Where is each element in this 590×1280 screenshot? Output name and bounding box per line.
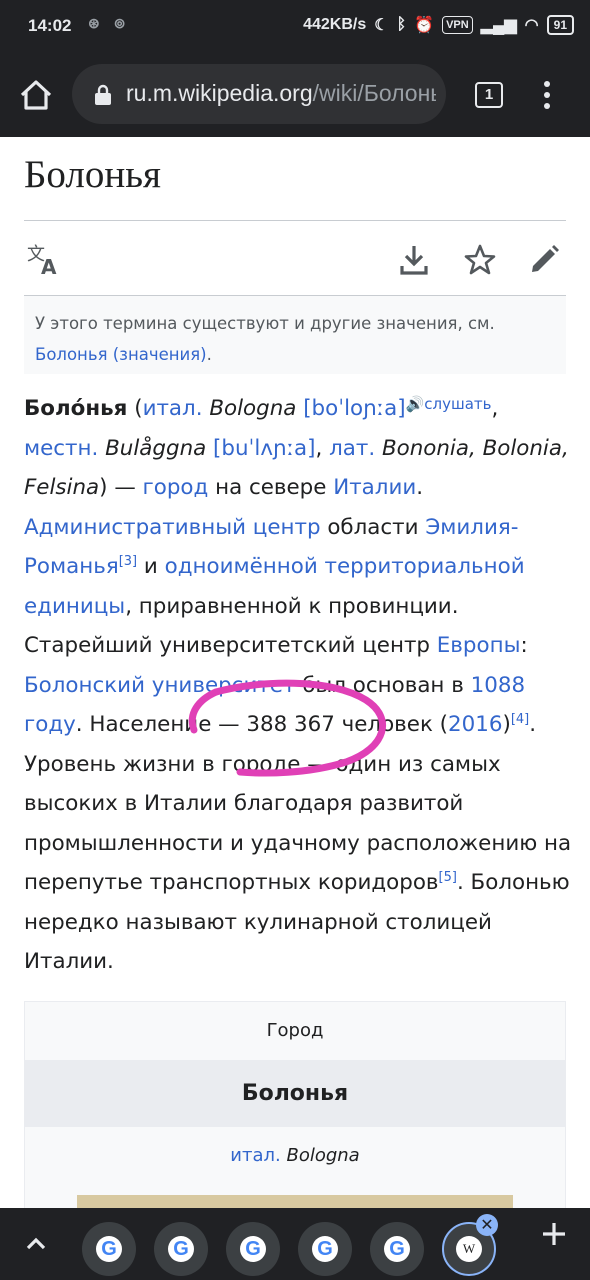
infobox-type: Город — [25, 1002, 565, 1060]
text: и — [137, 554, 165, 579]
tab-strip: G G G G G W — [0, 1208, 590, 1280]
infobox-original-name: итал. Bologna — [25, 1127, 565, 1185]
download-icon[interactable] — [394, 240, 434, 280]
status-right: 442KB/s ☾ ᛒ ⏰ VPN ▂▄▆ ◠ 91 — [303, 15, 574, 35]
infobox-lang-link[interactable]: итал. — [230, 1145, 280, 1166]
signal-icon: ▂▄▆ — [480, 17, 517, 34]
google-icon: G — [168, 1236, 194, 1262]
address-bar[interactable]: ru.m.wikipedia.org/wiki/Болонья — [72, 64, 446, 124]
google-icon: G — [240, 1236, 266, 1262]
alarm-icon: ⏰ — [414, 17, 435, 34]
google-icon: G — [96, 1236, 122, 1262]
notification-icons: ⊛⊚ — [88, 15, 140, 31]
name-local: Bulåggna — [105, 435, 207, 461]
vpn-badge: VPN — [442, 16, 473, 34]
pencil-icon[interactable] — [524, 240, 564, 280]
home-icon[interactable] — [18, 78, 54, 112]
population-text: . Население — 388 367 человек ( — [75, 712, 449, 737]
tab-google-3[interactable]: G — [226, 1222, 280, 1276]
text: . — [416, 475, 424, 500]
text: . Уровень жизни в городе — один из самых… — [24, 712, 572, 895]
google-icon: G — [312, 1236, 338, 1262]
plus-icon[interactable] — [540, 1220, 568, 1248]
text: области — [320, 514, 426, 540]
status-time: 14:02 — [28, 16, 72, 35]
link-italy[interactable]: Италии — [333, 475, 416, 500]
tab-google-4[interactable]: G — [298, 1222, 352, 1276]
text: : — [520, 633, 528, 658]
svg-text:A: A — [41, 255, 57, 279]
text: ) — — [99, 475, 143, 500]
battery-level: 91 — [546, 15, 574, 35]
text — [375, 436, 382, 461]
ipa-local[interactable]: [buˈlʌɲːa] — [213, 436, 315, 461]
tab-google-1[interactable]: G — [82, 1222, 136, 1276]
hatnote-link[interactable]: Болонья (значения) — [35, 345, 207, 364]
disambiguation-hatnote: У этого термина существуют и другие знач… — [24, 296, 566, 374]
tab-switcher-button[interactable]: 1 — [475, 82, 503, 108]
browser-toolbar: ru.m.wikipedia.org/wiki/Болонья 1 — [0, 52, 590, 137]
name-italian: Bologna — [209, 396, 297, 421]
citation-4[interactable]: [4] — [511, 712, 529, 727]
link-admin-center[interactable]: Административный центр — [24, 515, 321, 540]
url-host: ru.m.wikipedia.org — [126, 80, 313, 106]
text: ( — [127, 396, 143, 421]
page-title: Болонья — [24, 153, 161, 196]
url-path: /wiki/Болонья — [312, 80, 436, 106]
text: был основан в — [295, 672, 471, 698]
star-icon[interactable] — [460, 240, 500, 280]
listen-label[interactable]: слушать — [424, 395, 491, 413]
status-bar: 14:02 ⊛⊚ 442KB/s ☾ ᛒ ⏰ VPN ▂▄▆ ◠ 91 — [0, 0, 590, 52]
link-italian[interactable]: итал. — [143, 396, 203, 421]
link-city[interactable]: город — [143, 475, 209, 500]
speaker-icon: 🔊 — [405, 395, 425, 413]
hatnote-end: . — [206, 345, 212, 364]
wikipedia-icon: W — [456, 1236, 482, 1262]
citation-5[interactable]: [5] — [439, 870, 457, 885]
link-europe[interactable]: Европы — [437, 633, 521, 658]
listen-link[interactable]: 🔊слушать — [406, 395, 492, 413]
link-2016[interactable]: 2016 — [448, 712, 502, 737]
url-text: ru.m.wikipedia.org/wiki/Болонья — [126, 80, 436, 107]
google-icon: G — [384, 1236, 410, 1262]
text: , — [315, 435, 330, 461]
moon-icon: ☾ — [374, 17, 389, 34]
text: на севере — [208, 475, 334, 500]
ipa-italian[interactable]: [boˈloɲːa] — [303, 396, 405, 421]
link-local[interactable]: местн. — [24, 436, 98, 461]
bluetooth-icon: ᛒ — [396, 16, 407, 33]
close-icon[interactable]: ✕ — [476, 1214, 498, 1236]
network-speed: 442KB/s — [303, 16, 367, 33]
infobox-italian-name: Bologna — [286, 1145, 360, 1166]
browser-chrome: 14:02 ⊛⊚ 442KB/s ☾ ᛒ ⏰ VPN ▂▄▆ ◠ 91 ru.m… — [0, 0, 590, 137]
infobox: Город Болонья итал. Bologna — [24, 1001, 566, 1215]
article-subject: Боло́нья — [24, 396, 128, 421]
tab-google-2[interactable]: G — [154, 1222, 208, 1276]
lock-icon — [95, 84, 111, 105]
link-university[interactable]: Болонский университет — [24, 673, 295, 698]
wifi-icon: ◠ — [524, 17, 539, 34]
article-lead: Боло́нья (итал. Bologna [boˈloɲːa]🔊слуша… — [24, 385, 572, 982]
citation-3[interactable]: [3] — [119, 554, 137, 569]
text: ) — [502, 712, 511, 737]
text: , — [491, 396, 499, 421]
title-divider — [24, 220, 566, 221]
chevron-up-icon[interactable] — [20, 1230, 52, 1258]
link-latin[interactable]: лат. — [329, 436, 375, 461]
more-vert-icon[interactable] — [540, 80, 554, 110]
translate-icon[interactable]: 文 A — [24, 240, 64, 280]
infobox-name: Болонья — [25, 1060, 565, 1127]
hatnote-text: У этого термина существуют и другие знач… — [35, 314, 495, 333]
tab-google-5[interactable]: G — [370, 1222, 424, 1276]
